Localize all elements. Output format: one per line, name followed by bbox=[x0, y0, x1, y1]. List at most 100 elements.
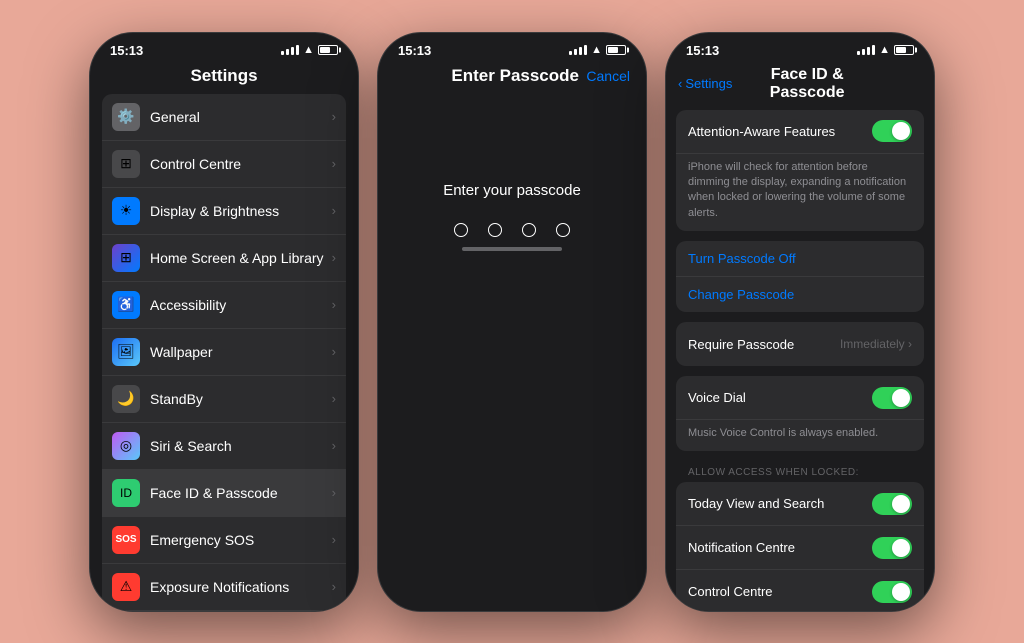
voice-dial-row: Voice Dial bbox=[676, 376, 924, 420]
settings-group-1: ⚙️ General › ⊞ Control Centre › ☀ Displa… bbox=[102, 94, 346, 612]
display-icon: ☀ bbox=[112, 197, 140, 225]
control-centre-label: Control Centre bbox=[150, 156, 332, 172]
wallpaper-chevron: › bbox=[332, 344, 336, 359]
accessibility-label: Accessibility bbox=[150, 297, 332, 313]
faceid-screen[interactable]: ‹ Settings Face ID & Passcode Attention-… bbox=[666, 62, 934, 612]
today-view-toggle[interactable] bbox=[872, 493, 912, 515]
standby-label: StandBy bbox=[150, 391, 332, 407]
accessibility-chevron: › bbox=[332, 297, 336, 312]
faceid-chevron: › bbox=[332, 485, 336, 500]
change-passcode-link[interactable]: Change Passcode bbox=[676, 277, 924, 312]
settings-item-general[interactable]: ⚙️ General › bbox=[102, 94, 346, 141]
settings-item-battery[interactable]: 🔋 Battery › bbox=[102, 611, 346, 612]
notification-centre-toggle[interactable] bbox=[872, 537, 912, 559]
status-icons-3: ▲ bbox=[857, 44, 914, 56]
settings-item-siri[interactable]: ◎ Siri & Search › bbox=[102, 423, 346, 470]
faceid-group-voice: Voice Dial Music Voice Control is always… bbox=[676, 376, 924, 451]
passcode-prompt: Enter your passcode bbox=[443, 182, 581, 199]
notification-centre-row: Notification Centre bbox=[676, 526, 924, 570]
status-icons-2: ▲ bbox=[569, 44, 626, 56]
siri-icon: ◎ bbox=[112, 432, 140, 460]
settings-item-emergency[interactable]: SOS Emergency SOS › bbox=[102, 517, 346, 564]
control-centre-locked-toggle[interactable] bbox=[872, 581, 912, 603]
wallpaper-icon: 🖼 bbox=[112, 338, 140, 366]
faceid-label: Face ID & Passcode bbox=[150, 485, 332, 501]
standby-chevron: › bbox=[332, 391, 336, 406]
turn-passcode-off-link[interactable]: Turn Passcode Off bbox=[676, 241, 924, 277]
passcode-dots bbox=[454, 223, 570, 237]
faceid-nav-header: ‹ Settings Face ID & Passcode bbox=[666, 62, 934, 110]
passcode-screen: Enter Passcode Cancel Enter your passcod… bbox=[378, 62, 646, 263]
voice-dial-toggle[interactable] bbox=[872, 387, 912, 409]
settings-list: ⚙️ General › ⊞ Control Centre › ☀ Displa… bbox=[90, 94, 358, 612]
voice-dial-label: Voice Dial bbox=[688, 390, 872, 405]
battery-icon-2 bbox=[606, 45, 626, 55]
wifi-icon-3: ▲ bbox=[879, 44, 890, 56]
require-passcode-label: Require Passcode bbox=[688, 337, 840, 352]
siri-label: Siri & Search bbox=[150, 438, 332, 454]
emergency-chevron: › bbox=[332, 532, 336, 547]
control-centre-locked-label: Control Centre bbox=[688, 584, 872, 599]
settings-screen[interactable]: Settings ⚙️ General › ⊞ Control Centre ›… bbox=[90, 62, 358, 612]
signal-icon-2 bbox=[569, 45, 587, 55]
battery-icon-3 bbox=[894, 45, 914, 55]
faceid-group-attention: Attention-Aware Features iPhone will che… bbox=[676, 110, 924, 232]
passcode-dot-4 bbox=[556, 223, 570, 237]
general-icon: ⚙️ bbox=[112, 103, 140, 131]
battery-icon bbox=[318, 45, 338, 55]
faceid-group-locked: Today View and Search Notification Centr… bbox=[676, 482, 924, 611]
wallpaper-label: Wallpaper bbox=[150, 344, 332, 360]
require-passcode-value: Immediately › bbox=[840, 337, 912, 351]
signal-icon bbox=[281, 45, 299, 55]
time-3: 15:13 bbox=[686, 43, 719, 58]
settings-item-home-screen[interactable]: ⊞ Home Screen & App Library › bbox=[102, 235, 346, 282]
control-centre-chevron: › bbox=[332, 156, 336, 171]
time-2: 15:13 bbox=[398, 43, 431, 58]
faceid-icon: ID bbox=[112, 479, 140, 507]
attention-aware-desc: iPhone will check for attention before d… bbox=[676, 154, 924, 232]
signal-icon-3 bbox=[857, 45, 875, 55]
control-centre-locked-row: Control Centre bbox=[676, 570, 924, 611]
status-icons-1: ▲ bbox=[281, 44, 338, 56]
attention-aware-toggle[interactable] bbox=[872, 120, 912, 142]
phone-settings: 15:13 ▲ Settings ⚙️ General › bbox=[89, 32, 359, 612]
passcode-dot-2 bbox=[488, 223, 502, 237]
voice-dial-desc: Music Voice Control is always enabled. bbox=[676, 420, 924, 451]
phone-faceid: 15:13 ▲ ‹ Settings Face ID & Passcode At… bbox=[665, 32, 935, 612]
phone-passcode: 15:13 ▲ Enter Passcode Cancel Enter your… bbox=[377, 32, 647, 612]
general-label: General bbox=[150, 109, 332, 125]
back-button[interactable]: ‹ Settings bbox=[678, 76, 732, 91]
settings-item-accessibility[interactable]: ♿ Accessibility › bbox=[102, 282, 346, 329]
standby-icon: 🌙 bbox=[112, 385, 140, 413]
general-chevron: › bbox=[332, 109, 336, 124]
passcode-title: Enter Passcode bbox=[444, 66, 586, 86]
settings-item-faceid[interactable]: ID Face ID & Passcode › bbox=[102, 470, 346, 517]
settings-item-exposure[interactable]: ⚠ Exposure Notifications › bbox=[102, 564, 346, 611]
passcode-dot-1 bbox=[454, 223, 468, 237]
control-centre-icon: ⊞ bbox=[112, 150, 140, 178]
locked-section-header: ALLOW ACCESS WHEN LOCKED: bbox=[676, 461, 924, 482]
attention-aware-label: Attention-Aware Features bbox=[688, 124, 872, 139]
settings-item-standby[interactable]: 🌙 StandBy › bbox=[102, 376, 346, 423]
require-passcode-row[interactable]: Require Passcode Immediately › bbox=[676, 322, 924, 366]
settings-item-display[interactable]: ☀ Display & Brightness › bbox=[102, 188, 346, 235]
exposure-icon: ⚠ bbox=[112, 573, 140, 601]
passcode-dot-3 bbox=[522, 223, 536, 237]
faceid-group-require: Require Passcode Immediately › bbox=[676, 322, 924, 366]
home-screen-chevron: › bbox=[332, 250, 336, 265]
emergency-icon: SOS bbox=[112, 526, 140, 554]
settings-item-wallpaper[interactable]: 🖼 Wallpaper › bbox=[102, 329, 346, 376]
notification-centre-label: Notification Centre bbox=[688, 540, 872, 555]
attention-aware-row: Attention-Aware Features bbox=[676, 110, 924, 154]
wifi-icon-2: ▲ bbox=[591, 44, 602, 56]
display-chevron: › bbox=[332, 203, 336, 218]
today-view-row: Today View and Search bbox=[676, 482, 924, 526]
settings-item-control-centre[interactable]: ⊞ Control Centre › bbox=[102, 141, 346, 188]
siri-chevron: › bbox=[332, 438, 336, 453]
time-1: 15:13 bbox=[110, 43, 143, 58]
exposure-label: Exposure Notifications bbox=[150, 579, 332, 595]
faceid-page-title: Face ID & Passcode bbox=[732, 66, 882, 102]
faceid-group-passcode: Turn Passcode Off Change Passcode bbox=[676, 241, 924, 312]
status-bar-3: 15:13 ▲ bbox=[666, 33, 934, 62]
passcode-cancel-button[interactable]: Cancel bbox=[586, 68, 630, 84]
